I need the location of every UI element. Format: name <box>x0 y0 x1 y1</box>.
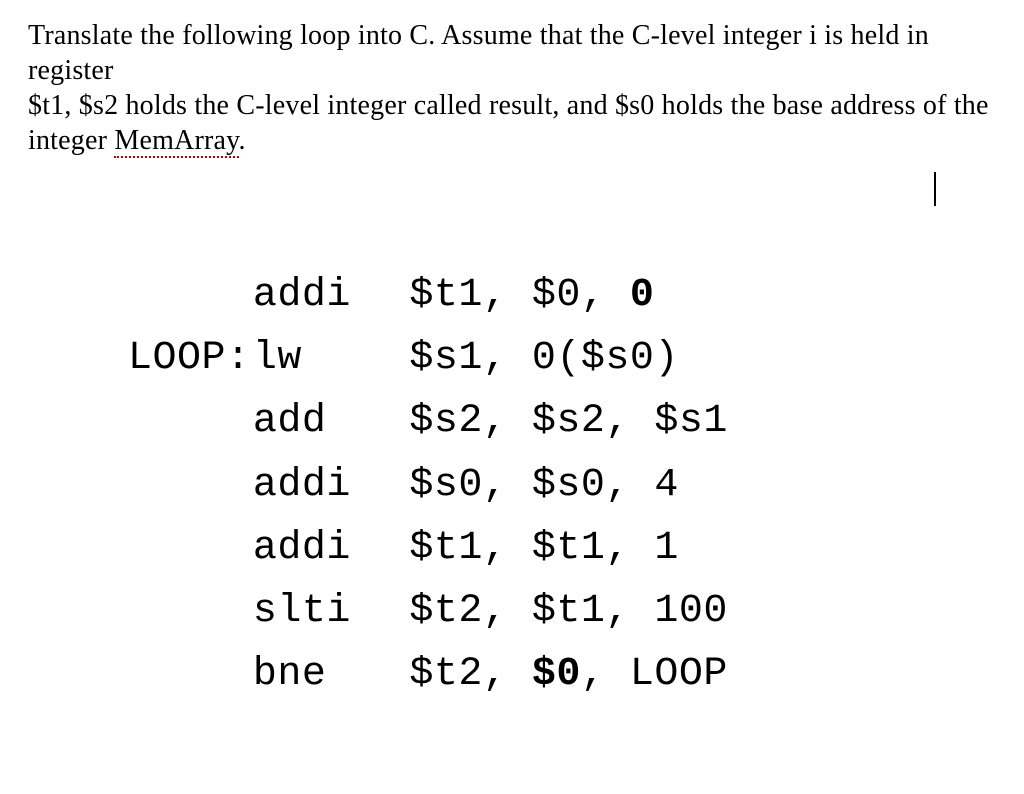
code-op: bne <box>253 643 385 706</box>
code-op: addi <box>253 454 385 517</box>
code-args: $t2, $t1, 100 <box>385 589 728 634</box>
code-op: addi <box>253 264 385 327</box>
code-args: $t1, $0, <box>385 273 630 318</box>
code-args: $s2, $s2, $s1 <box>385 399 728 444</box>
code-args: $s1, 0($s0) <box>385 336 679 381</box>
assembly-code: addi $t1, $0, 0 LOOP:lw $s1, 0($s0) add … <box>128 264 996 706</box>
code-label: LOOP: <box>128 327 253 390</box>
code-op: slti <box>253 580 385 643</box>
memarray-word: MemArray <box>114 125 238 158</box>
question-line-1: Translate the following loop into C. Ass… <box>28 20 929 86</box>
question-line-2: $t1, $s2 holds the C-level integer calle… <box>28 90 989 121</box>
code-op: addi <box>253 517 385 580</box>
question-line-3a: integer <box>28 125 114 156</box>
code-args-bold: 0 <box>630 273 655 318</box>
code-args: $t1, $t1, 1 <box>385 526 679 571</box>
question-text: Translate the following loop into C. Ass… <box>28 18 996 158</box>
question-line-3b: . <box>239 125 246 156</box>
code-op: lw <box>253 327 385 390</box>
code-args: , LOOP <box>581 652 728 697</box>
code-args: $s0, $s0, 4 <box>385 463 679 508</box>
code-args-bold: $0 <box>532 652 581 697</box>
text-cursor <box>934 172 936 206</box>
code-op: add <box>253 390 385 453</box>
code-args: $t2, <box>385 652 532 697</box>
page: Translate the following loop into C. Ass… <box>0 0 1024 706</box>
